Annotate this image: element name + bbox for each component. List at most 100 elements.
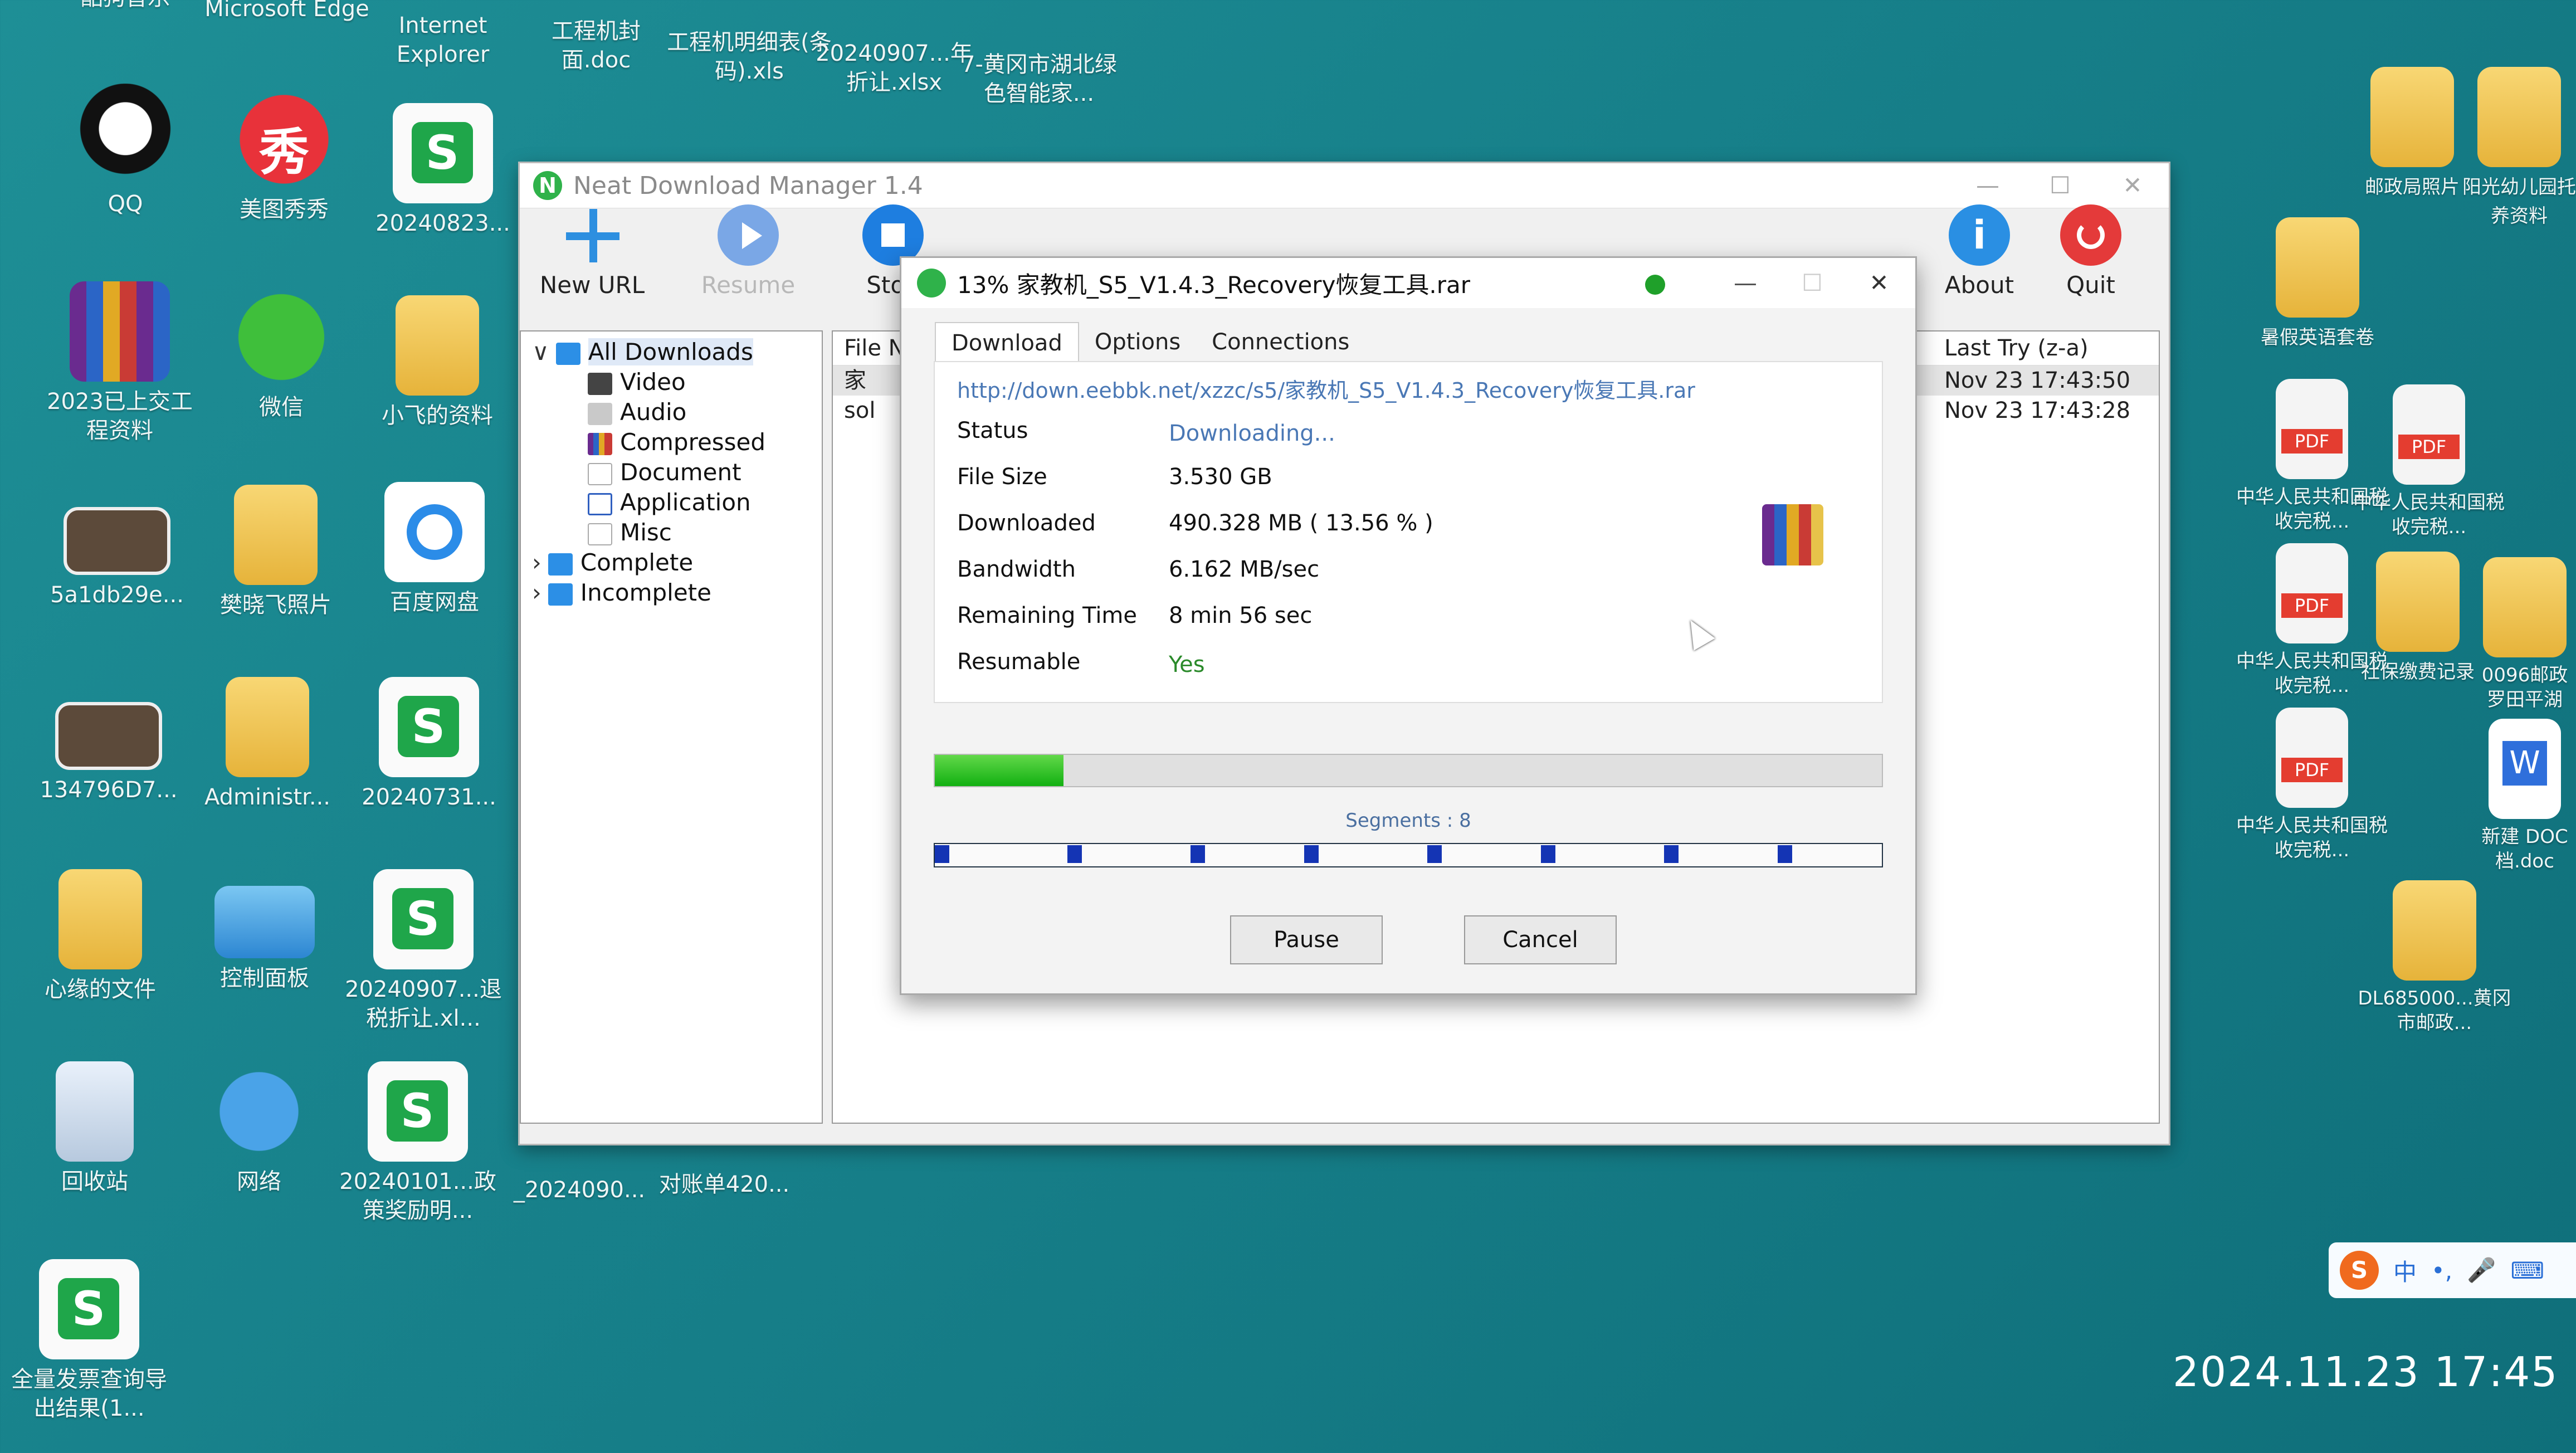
desktop-icon-dl685000[interactable]: DL685000...黄冈市邮政... (2351, 880, 2518, 1035)
wechat-icon (231, 287, 331, 387)
tab-options[interactable]: Options (1079, 322, 1196, 362)
keyboard-icon[interactable]: ⌨ (2510, 1257, 2544, 1284)
close-icon[interactable]: ✕ (1843, 261, 1915, 305)
tree-item-misc[interactable]: Misc (521, 518, 822, 548)
desktop-icon-video-134[interactable]: 134796D7... (25, 680, 192, 804)
desktop-icon-recycle-bin[interactable]: 回收站 (11, 1061, 178, 1196)
desktop-icon-network[interactable]: 网络 (175, 1061, 343, 1196)
rar-file-icon (1762, 504, 1823, 565)
close-icon[interactable]: ✕ (2096, 163, 2169, 208)
desktop-icon-2024090[interactable]: _2024090... (496, 1176, 663, 1205)
icon-label: 控制面板 (220, 966, 309, 991)
icon-label: 20240101...政策奖励明... (339, 1169, 496, 1223)
desktop-icon-pdf-4[interactable]: 中华人民共和国税收完税... (2228, 708, 2396, 862)
desktop-icon-doc[interactable]: 工程机封面.doc (518, 17, 674, 75)
tree-item-compressed[interactable]: Compressed (521, 427, 822, 457)
desktop-icon-rar-2023[interactable]: 2023已上交工程资料 (36, 281, 203, 445)
desktop-icon-meitu[interactable]: 美图秀秀 (201, 89, 368, 224)
cancel-button[interactable]: Cancel (1464, 915, 1617, 964)
cell-file-name: 家 (844, 368, 866, 393)
minimize-icon[interactable]: — (1951, 163, 2024, 208)
qq-icon (75, 84, 175, 184)
desktop-icon-s-fapiao[interactable]: 全量发票查询导出结果(1... (6, 1259, 173, 1423)
pdf-icon (2393, 384, 2465, 485)
icon-label: 阳光幼儿园托养资料 (2462, 176, 2576, 227)
desktop-icon-post-photo[interactable]: 邮政局照片 (2343, 67, 2482, 202)
icon-label: DL685000...黄冈市邮政... (2358, 987, 2511, 1034)
icon-label: 7-黄冈市湖北绿色智能家... (961, 52, 1117, 106)
desktop-icon-0096[interactable]: 0096邮政罗田平湖 (2473, 557, 2576, 712)
tree-label: Audio (620, 398, 687, 426)
remaining-time-label: Remaining Time (957, 603, 1138, 628)
desktop-icon-kindergarten[interactable]: 阳光幼儿园托养资料 (2462, 67, 2576, 231)
tab-connections[interactable]: Connections (1196, 322, 1365, 362)
tree-item-application[interactable]: Application (521, 487, 822, 518)
folder-icon (2376, 552, 2460, 652)
tree-item-document[interactable]: Document (521, 457, 822, 487)
category-tree: ∨ All Downloads Video Audio Compressed Do… (520, 330, 823, 1124)
desktop-icon-kugou[interactable]: 酷狗音乐 (42, 0, 209, 12)
about-button[interactable]: i About (1924, 204, 2035, 314)
sogou-ime-icon: S (2340, 1251, 2379, 1290)
icon-label: 2023已上交工程资料 (47, 389, 193, 443)
icon-label: 美图秀秀 (240, 197, 329, 222)
desktop-icon-shebao[interactable]: 社保缴费记录 (2348, 552, 2487, 686)
maximize-icon[interactable]: ☐ (2024, 163, 2096, 208)
desktop-icon-newdoc[interactable]: 新建 DOC 档.doc (2473, 719, 2576, 874)
desktop-icon-folder-xinyuan[interactable]: 心缘的文件 (17, 869, 184, 1004)
desktop-icon-green[interactable]: 7-黄冈市湖北绿色智能家... (958, 50, 1120, 108)
desktop-icon-xls[interactable]: 工程机明细表(条码).xls (666, 28, 833, 86)
tree-item-complete[interactable]: › Complete (521, 548, 822, 578)
desktop-icon-s-20240907[interactable]: 20240907...退税折让.xl... (340, 869, 507, 1033)
folder-icon (548, 583, 573, 606)
status-label: Status (957, 418, 1028, 443)
icon-label: 工程机封面.doc (552, 18, 641, 73)
column-header-last-try[interactable]: Last Try (z-a) (1944, 331, 2089, 365)
desktop-icon-control-panel[interactable]: 控制面板 (181, 869, 348, 993)
tree-label: Incomplete (580, 579, 711, 606)
file-icon (588, 523, 612, 545)
ime-toolbar[interactable]: S 中 •, 🎤 ⌨ (2329, 1242, 2576, 1298)
spreadsheet-icon (368, 1061, 468, 1162)
resume-button[interactable]: Resume (692, 204, 804, 314)
desktop-icon-s-20240731[interactable]: 20240731... (345, 677, 513, 812)
desktop-icon-qq[interactable]: QQ (42, 84, 209, 218)
maximize-icon[interactable]: ☐ (1776, 261, 1848, 305)
desktop-icon-pdf-2[interactable]: 中华人民共和国税收完税... (2345, 384, 2512, 539)
dialog-titlebar[interactable]: 13% 家教机_S5_V1.4.3_Recovery恢复工具.rar — ☐ ✕ (901, 258, 1915, 308)
pause-button[interactable]: Pause (1230, 915, 1383, 964)
desktop-icon-duizhangdan[interactable]: 对账单420... (641, 1170, 808, 1199)
archive-icon (588, 432, 612, 455)
desktop-icon-folder-photo[interactable]: 樊晓飞照片 (192, 485, 359, 620)
tree-item-video[interactable]: Video (521, 367, 822, 397)
tree-label: All Downloads (588, 338, 753, 365)
desktop-icon-edge[interactable]: Microsoft Edge (203, 0, 370, 23)
icon-label: 小飞的资料 (382, 403, 493, 428)
desktop-icon-xlsx[interactable]: 20240907...年折让.xlsx (813, 39, 975, 97)
desktop-icon-video-5a1[interactable]: 5a1db29e... (33, 485, 201, 610)
download-url[interactable]: http://down.eebbk.net/xzzc/s5/家教机_S5_V1.… (957, 373, 1695, 404)
desktop-icon-admin[interactable]: Administr... (184, 677, 351, 812)
new-url-button[interactable]: New URL (536, 204, 648, 314)
spreadsheet-icon (39, 1259, 139, 1359)
dialog-tabs: Download Options Connections (935, 322, 1365, 362)
tab-download[interactable]: Download (935, 322, 1079, 362)
tree-item-all-downloads[interactable]: ∨ All Downloads (521, 337, 822, 367)
desktop-icon-baidu[interactable]: 百度网盘 (351, 482, 518, 617)
desktop-icon-s-20240823[interactable]: 20240823... (359, 103, 526, 238)
minimize-icon[interactable]: — (1709, 261, 1782, 305)
progress-bar (934, 754, 1883, 787)
tree-item-incomplete[interactable]: › Incomplete (521, 578, 822, 608)
tree-label: Misc (620, 519, 672, 546)
desktop-icon-wechat[interactable]: 微信 (198, 287, 365, 422)
microphone-icon[interactable]: 🎤 (2467, 1256, 2496, 1284)
ime-mode-label[interactable]: 中 (2393, 1254, 2417, 1288)
ndm-titlebar[interactable]: N Neat Download Manager 1.4 — ☐ ✕ (520, 163, 2169, 208)
desktop-icon-english[interactable]: 暑假英语套卷 (2234, 217, 2401, 352)
tree-item-audio[interactable]: Audio (521, 397, 822, 427)
quit-button[interactable]: Quit (2035, 204, 2146, 314)
punctuation-icon[interactable]: •, (2431, 1257, 2452, 1284)
desktop-icon-ie[interactable]: Internet Explorer (359, 11, 526, 69)
desktop-icon-s-20240101[interactable]: 20240101...政策奖励明... (334, 1061, 501, 1225)
desktop-icon-folder-xiaofei[interactable]: 小飞的资料 (354, 295, 521, 430)
